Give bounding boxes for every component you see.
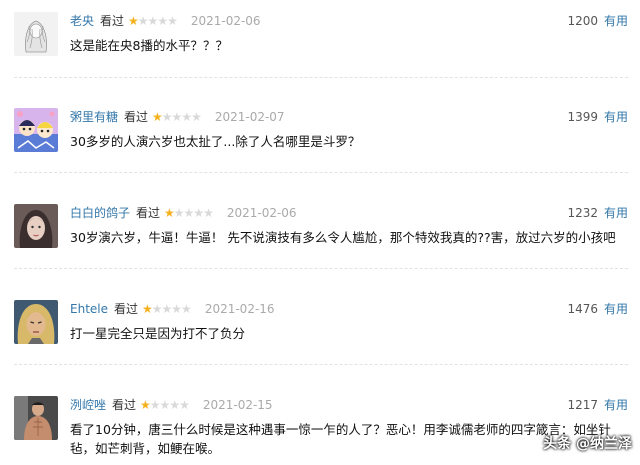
username[interactable]: 白白的鸽子 — [70, 206, 130, 220]
comment-text: 打一星完全只是因为打不了负分 — [70, 326, 246, 341]
useful-button[interactable]: 有用 — [604, 14, 628, 28]
comment-date: 2021-02-06 — [190, 14, 261, 28]
comment-text: 30岁演六岁，牛逼！牛逼！ 先不说演技有多么令人尴尬，那个特效我真的??害，放过… — [70, 230, 616, 245]
useful-button[interactable]: 有用 — [604, 110, 628, 124]
watch-status: 看过 — [124, 110, 149, 124]
watch-status: 看过 — [136, 206, 161, 220]
watch-status: 看过 — [100, 14, 125, 28]
username[interactable]: 洌崆唑 — [70, 398, 106, 412]
rating-stars: ★★★★★ — [142, 302, 192, 316]
avatar[interactable] — [14, 396, 58, 440]
comment-text: 30多岁的人演六岁也太扯了...除了人名哪里是斗罗？ — [70, 134, 361, 149]
watch-status: 看过 — [114, 302, 139, 316]
username[interactable]: Ehtele — [70, 302, 108, 316]
useful-button[interactable]: 有用 — [604, 302, 628, 316]
avatar[interactable] — [14, 300, 58, 344]
rating-stars: ★★★★★ — [164, 206, 214, 220]
avatar[interactable] — [14, 204, 58, 248]
comment-date: 2021-02-16 — [204, 302, 275, 316]
comment-date: 2021-02-07 — [214, 110, 285, 124]
username[interactable]: 老央 — [70, 14, 94, 28]
comment-date: 2021-02-15 — [202, 398, 273, 412]
vote-count: 1399 — [567, 110, 598, 124]
divider — [14, 77, 628, 78]
divider — [14, 172, 628, 173]
username[interactable]: 粥里有糖 — [70, 110, 118, 124]
vote-count: 1476 — [567, 302, 598, 316]
avatar[interactable] — [14, 12, 58, 56]
comment-date: 2021-02-06 — [226, 206, 297, 220]
comment-text: 这是能在央8播的水平？？？ — [70, 38, 228, 53]
rating-stars: ★★★★★ — [128, 14, 178, 28]
rating-stars: ★★★★★ — [140, 398, 190, 412]
divider — [14, 268, 628, 269]
vote-count: 1232 — [567, 206, 598, 220]
watermark: 头条 @纳兰泽 — [543, 436, 632, 452]
vote-count: 1217 — [567, 398, 598, 412]
vote-count: 1200 — [567, 14, 598, 28]
comment-text: 看了10分钟，唐三什么时候是这种遇事一惊一乍的人了？恶心！用李诚儒老师的四字箴言… — [70, 422, 611, 456]
rating-stars: ★★★★★ — [152, 110, 202, 124]
watch-status: 看过 — [112, 398, 137, 412]
useful-button[interactable]: 有用 — [604, 206, 628, 220]
useful-button[interactable]: 有用 — [604, 398, 628, 412]
divider — [14, 364, 628, 365]
avatar[interactable] — [14, 108, 58, 152]
